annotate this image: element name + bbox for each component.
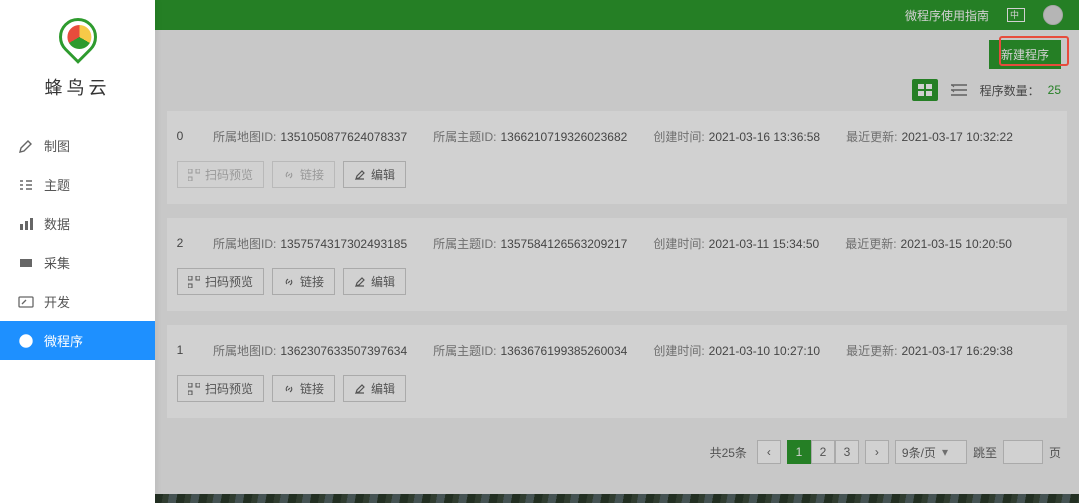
sidebar-item-label: 制图 [44, 136, 70, 155]
map-id-label: 所属地图ID: [213, 237, 276, 251]
card-lead-badge: 1 [173, 341, 187, 359]
sidebar-item-miniprogram[interactable]: 微程序 [0, 321, 155, 360]
updated-value: 2021-03-15 10:20:50 [901, 237, 1012, 251]
updated-value: 2021-03-17 16:29:38 [901, 344, 1012, 358]
sidebar-nav: 制图 主题 数据 采集 开发 [0, 126, 155, 360]
sidebar-item-dev[interactable]: 开发 [0, 282, 155, 321]
sidebar-item-label: 微程序 [44, 331, 83, 350]
grid-view-toggle[interactable] [912, 79, 938, 101]
dev-icon [18, 294, 34, 310]
theme-id-label: 所属主题ID: [433, 344, 496, 358]
sidebar: 蜂鸟云 制图 主题 数据 采集 [0, 0, 155, 503]
created-value: 2021-03-16 13:36:58 [709, 130, 820, 144]
card-lead-badge: 0 [173, 127, 187, 145]
sidebar-item-label: 开发 [44, 292, 70, 311]
updated-value: 2021-03-17 10:32:22 [901, 130, 1012, 144]
map-id-value: 1351050877624078337 [280, 130, 407, 144]
theme-id-value: 1357584126563209217 [501, 237, 628, 251]
program-card: 1 所属地图ID: 1362307633507397634 所属主题ID: 136367… [167, 325, 1067, 418]
theme-icon [18, 177, 34, 193]
created-label: 创建时间: [653, 237, 704, 251]
pagination-page[interactable]: 1 [787, 440, 811, 464]
pagination-next[interactable]: › [865, 440, 889, 464]
link-button: 链接 [272, 161, 335, 188]
updated-label: 最近更新: [846, 344, 897, 358]
program-card: 2 所属地图ID: 1357574317302493185 所属主题ID: 135758… [167, 218, 1067, 311]
created-value: 2021-03-10 10:27:10 [709, 344, 820, 358]
link-button[interactable]: 链接 [272, 268, 335, 295]
topbar: 微程序使用指南 [0, 0, 1079, 30]
theme-id-label: 所属主题ID: [433, 130, 496, 144]
pagination-page[interactable]: 2 [811, 440, 835, 464]
updated-label: 最近更新: [846, 130, 897, 144]
usage-guide-link[interactable]: 微程序使用指南 [905, 7, 989, 24]
sidebar-item-label: 主题 [44, 175, 70, 194]
pagination-total: 共25条 [710, 444, 747, 461]
edit-button[interactable]: 编辑 [343, 161, 406, 188]
card-lead-badge: 2 [173, 234, 187, 252]
sidebar-item-theme[interactable]: 主题 [0, 165, 155, 204]
list-view-toggle[interactable] [946, 79, 972, 101]
chart-icon [18, 216, 34, 232]
language-icon[interactable] [1007, 8, 1025, 22]
map-id-label: 所属地图ID: [213, 344, 276, 358]
logo-icon [57, 18, 99, 68]
collect-icon [18, 255, 34, 271]
toolbar: 新建程序 [155, 30, 1079, 75]
map-id-value: 1357574317302493185 [280, 237, 407, 251]
sidebar-item-label: 采集 [44, 253, 70, 272]
program-card: 0 所属地图ID: 1351050877624078337 所属主题ID: 136621… [167, 111, 1067, 204]
new-program-button[interactable]: 新建程序 [989, 40, 1061, 69]
count-label: 程序数量： [980, 82, 1040, 99]
sidebar-item-data[interactable]: 数据 [0, 204, 155, 243]
pagination-jump-label: 跳至 [973, 444, 997, 461]
sidebar-item-label: 数据 [44, 214, 70, 233]
scan-preview-button[interactable]: 扫码预览 [177, 375, 264, 402]
created-label: 创建时间: [653, 130, 704, 144]
program-list: 0 所属地图ID: 1351050877624078337 所属主题ID: 136621… [155, 111, 1079, 418]
pagination-per-page[interactable]: 9条/页 [895, 440, 967, 464]
pagination-jump-input[interactable] [1003, 440, 1043, 464]
edit-button[interactable]: 编辑 [343, 268, 406, 295]
scan-preview-button: 扫码预览 [177, 161, 264, 188]
miniprogram-icon [18, 333, 34, 349]
pagination-page[interactable]: 3 [835, 440, 859, 464]
pencil-icon [18, 138, 34, 154]
updated-label: 最近更新: [845, 237, 896, 251]
main-content: 新建程序 程序数量： 25 0 所属地图ID: 1351050877624078337… [155, 30, 1079, 503]
count-value: 25 [1048, 83, 1061, 97]
map-id-label: 所属地图ID: [213, 130, 276, 144]
sidebar-item-mapping[interactable]: 制图 [0, 126, 155, 165]
sidebar-item-collect[interactable]: 采集 [0, 243, 155, 282]
pagination-page-suffix: 页 [1049, 444, 1061, 461]
created-label: 创建时间: [653, 344, 704, 358]
created-value: 2021-03-11 15:34:50 [709, 237, 820, 251]
brand-name: 蜂鸟云 [0, 74, 155, 100]
theme-id-value: 1363676199385260034 [501, 344, 628, 358]
pagination-prev[interactable]: ‹ [757, 440, 781, 464]
theme-id-label: 所属主题ID: [433, 237, 496, 251]
bottom-strip [155, 494, 1079, 503]
scan-preview-button[interactable]: 扫码预览 [177, 268, 264, 295]
theme-id-value: 1366210719326023682 [501, 130, 628, 144]
logo-block: 蜂鸟云 [0, 0, 155, 112]
avatar[interactable] [1043, 5, 1063, 25]
edit-button[interactable]: 编辑 [343, 375, 406, 402]
pagination: 共25条 ‹ 123 › 9条/页 跳至 页 [155, 432, 1079, 476]
link-button[interactable]: 链接 [272, 375, 335, 402]
meta-row: 程序数量： 25 [155, 75, 1079, 111]
map-id-value: 1362307633507397634 [280, 344, 407, 358]
